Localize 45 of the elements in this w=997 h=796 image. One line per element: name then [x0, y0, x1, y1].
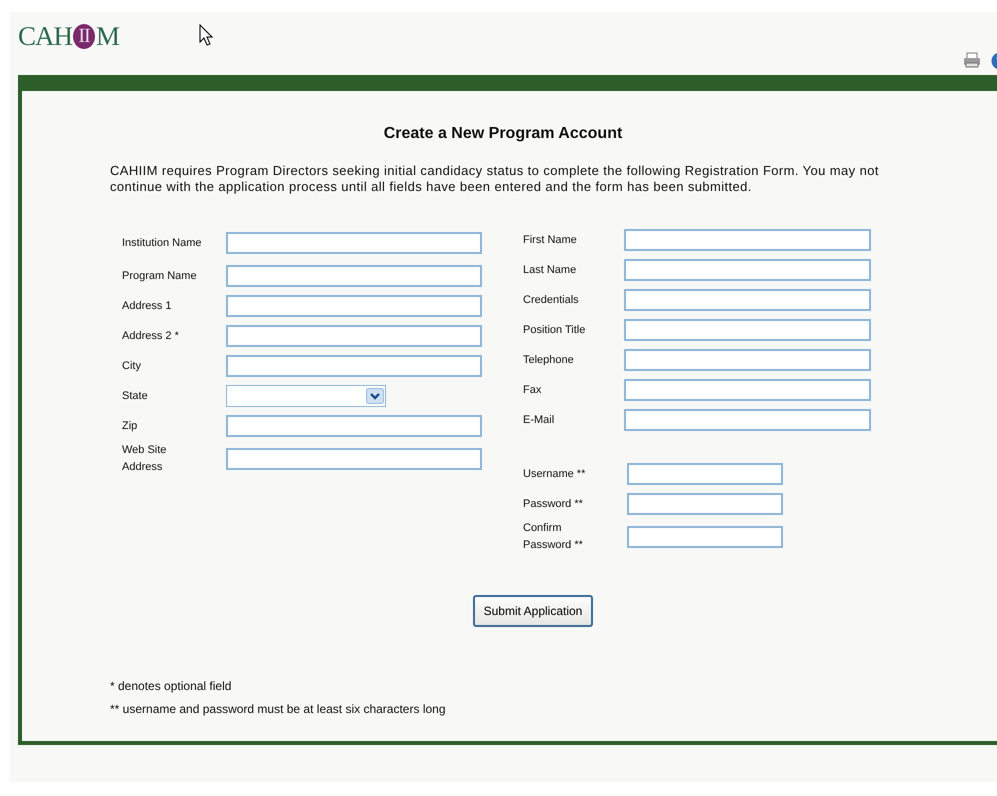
text-field[interactable]: [624, 379, 871, 401]
text-field[interactable]: [624, 229, 871, 251]
field-label: Address 2 *: [122, 328, 180, 344]
field-label: Address 1: [122, 298, 173, 314]
field-label: Confirm Password **: [523, 521, 584, 553]
footnote: * denotes optional field: [110, 679, 232, 693]
field-label: Fax: [523, 382, 542, 398]
text-field[interactable]: [624, 259, 871, 281]
text-field[interactable]: [226, 325, 482, 347]
text-field[interactable]: [226, 415, 482, 437]
field-label: Institution Name: [122, 236, 202, 250]
field-label: Last Name: [523, 262, 578, 278]
text-field[interactable]: [627, 526, 783, 548]
field-label: Web Site Address: [122, 443, 168, 475]
field-label: Username **: [523, 466, 586, 482]
text-field[interactable]: [624, 349, 871, 371]
text-field[interactable]: [226, 355, 482, 377]
text-field[interactable]: [624, 409, 871, 431]
field-label: Program Name: [122, 268, 198, 284]
text-field[interactable]: [226, 232, 482, 254]
field-label: Telephone: [523, 352, 575, 368]
field-label: First Name: [523, 232, 578, 248]
text-field[interactable]: [627, 463, 783, 485]
footnote: ** username and password must be at least six characters long: [110, 702, 447, 716]
text-field[interactable]: [627, 493, 783, 515]
intro-text: CAHIIM requires Program Directors seeking initial candidacy status to complete the following Registration Form. You may not continue with the application process until all fields have been entered and the form has been submitted.: [110, 163, 880, 195]
mouse-pointer-icon: [199, 24, 213, 46]
state-dropdown[interactable]: [226, 385, 386, 407]
submit-button[interactable]: Submit Application: [472, 595, 594, 627]
chevron-down-icon: [366, 388, 384, 404]
field-label: State: [122, 388, 149, 404]
logo: CAH II M: [18, 21, 120, 52]
field-label: Zip: [122, 418, 138, 434]
text-field[interactable]: [624, 319, 871, 341]
text-field[interactable]: [624, 289, 871, 311]
field-label: Password **: [523, 496, 584, 512]
field-label: Position Title: [523, 322, 586, 338]
text-field[interactable]: [226, 448, 482, 470]
page-title: Create a New Program Account: [382, 125, 624, 143]
field-label: E-Mail: [523, 412, 556, 428]
field-label: City: [122, 358, 142, 374]
printer-icon[interactable]: [963, 52, 981, 68]
text-field[interactable]: [226, 265, 482, 287]
field-label: Credentials: [523, 292, 580, 308]
text-field[interactable]: [226, 295, 482, 317]
